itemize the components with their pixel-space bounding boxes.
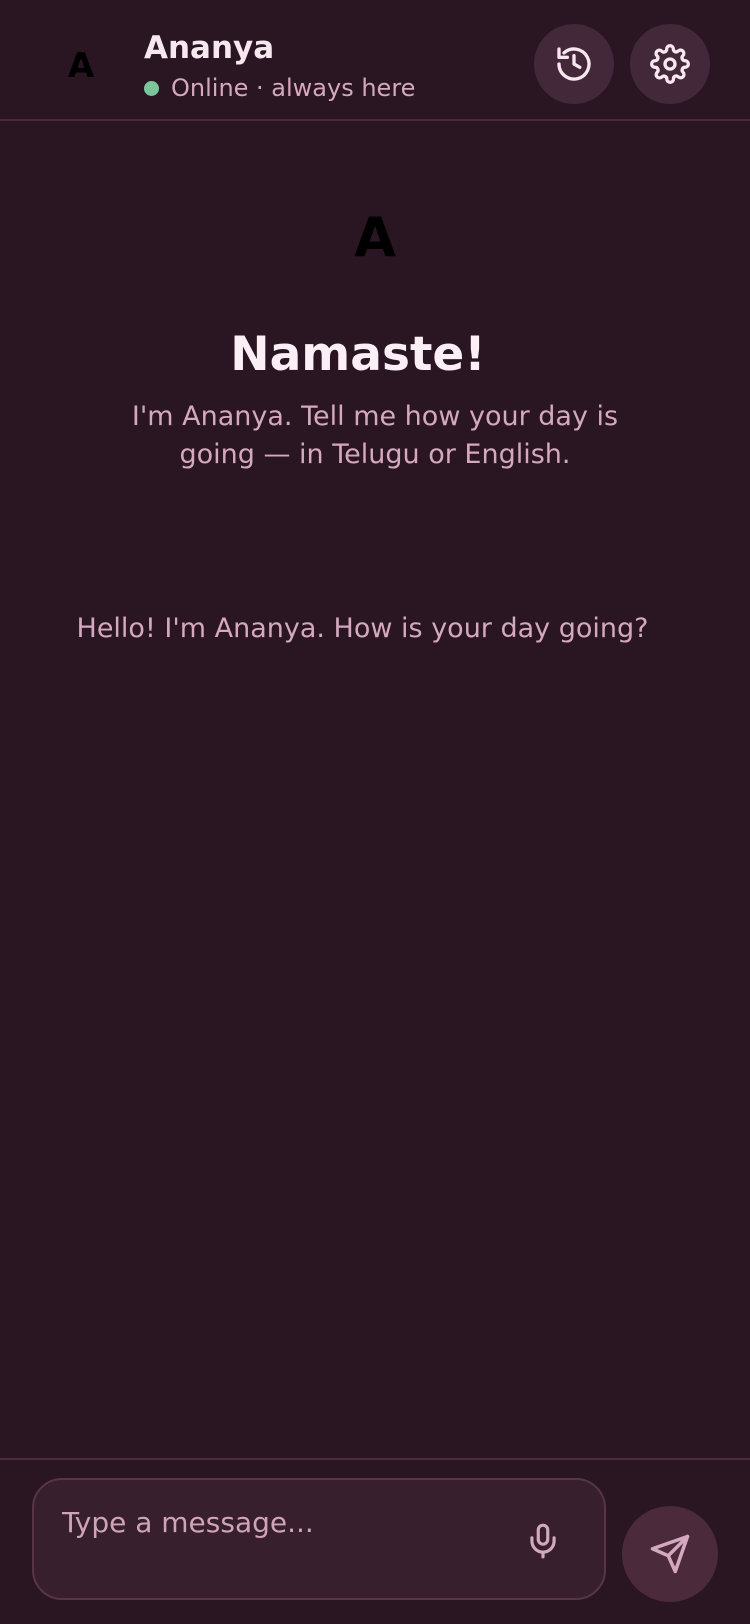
send-button[interactable] — [622, 1506, 718, 1602]
avatar[interactable]: A — [62, 42, 100, 90]
status-line: Online · always here — [144, 72, 415, 104]
history-icon — [557, 47, 591, 81]
welcome-title: Namaste! — [230, 327, 486, 382]
microphone-icon — [530, 1523, 556, 1559]
history-button[interactable] — [534, 24, 614, 104]
assistant-message: Hello! I'm Ananya. How is your day going… — [76, 613, 649, 644]
gear-icon — [650, 44, 690, 84]
welcome-subtitle: I'm Ananya. Tell me how your day is goin… — [131, 401, 619, 470]
chat-app: A Ananya Online · always here A Namaste!… — [0, 0, 750, 1624]
contact-name: Ananya — [144, 30, 275, 66]
microphone-button[interactable] — [518, 1516, 568, 1566]
status-text: Online · always here — [171, 74, 416, 102]
settings-button[interactable] — [630, 24, 710, 104]
chat-header: A Ananya Online · always here — [0, 0, 750, 121]
online-status-dot — [144, 80, 159, 96]
message-input-box[interactable] — [32, 1478, 606, 1600]
message-composer — [0, 1458, 750, 1624]
send-icon — [650, 1534, 690, 1574]
welcome-avatar: A — [354, 206, 396, 269]
message-input[interactable] — [62, 1500, 482, 1544]
